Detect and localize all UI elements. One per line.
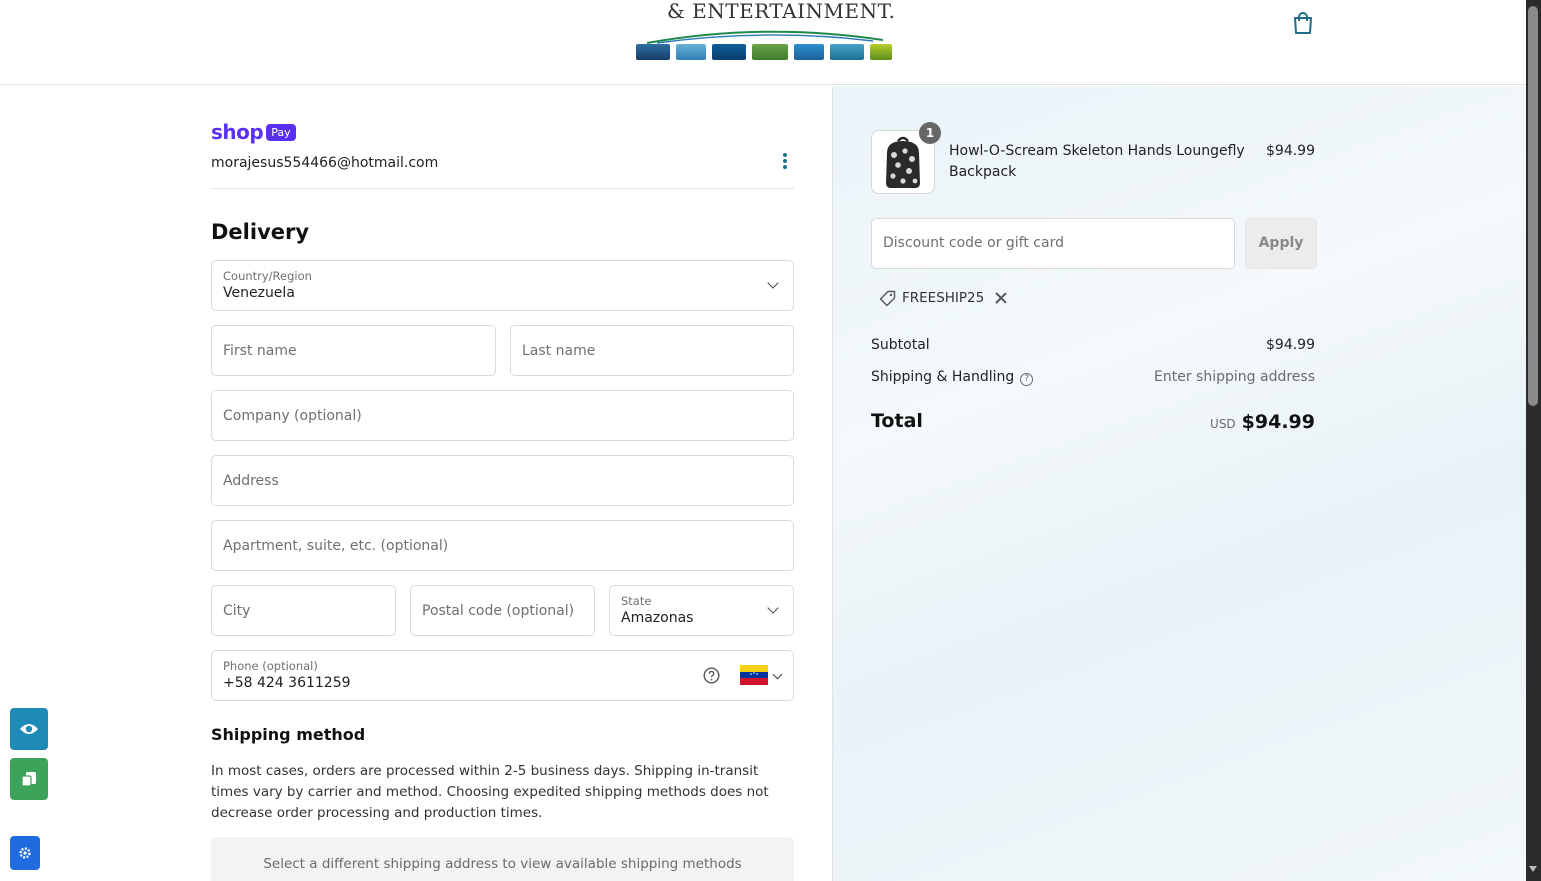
park-logo — [752, 44, 788, 60]
gear-icon — [19, 847, 31, 859]
chevron-down-icon — [767, 277, 779, 289]
quantity-badge: 1 — [919, 122, 941, 144]
shipping-handling-label: Shipping & Handling — [871, 369, 1015, 385]
country-label: Country/Region — [223, 269, 312, 283]
country-select[interactable]: Country/Region Venezuela — [211, 260, 794, 311]
first-name-input[interactable]: First name — [211, 325, 496, 376]
help-circle-icon[interactable] — [703, 667, 720, 684]
shop-wordmark: shop — [211, 120, 264, 144]
total-label: Total — [871, 410, 923, 432]
phone-input[interactable]: Phone (optional) +58 424 3611259 — [211, 650, 794, 701]
settings-widget-button[interactable] — [10, 836, 40, 870]
account-email: morajesus554466@hotmail.com — [211, 155, 439, 171]
park-logo — [794, 44, 824, 60]
company-placeholder: Company (optional) — [223, 407, 362, 424]
help-circle-icon[interactable]: ? — [1020, 373, 1034, 386]
eye-icon — [20, 724, 38, 734]
delivery-heading: Delivery — [211, 220, 310, 244]
copy-widget-button[interactable] — [10, 758, 48, 800]
scrollbar-thumb[interactable] — [1528, 6, 1538, 406]
city-input[interactable]: City — [211, 585, 396, 636]
total-currency: USD — [1210, 417, 1236, 431]
shopping-bag-icon[interactable] — [1292, 11, 1314, 35]
phone-label: Phone (optional) — [223, 659, 318, 673]
park-logos — [636, 44, 892, 60]
address-input[interactable]: Address — [211, 455, 794, 506]
divider — [211, 188, 794, 189]
shipping-handling-value: Enter shipping address — [1154, 369, 1315, 385]
park-logo — [676, 44, 706, 60]
shipping-description: In most cases, orders are processed with… — [211, 763, 769, 821]
discount-code-input[interactable]: Discount code or gift card — [871, 218, 1235, 269]
pay-badge: Pay — [266, 123, 296, 141]
park-logo — [712, 44, 746, 60]
state-value: Amazonas — [621, 610, 694, 626]
total-row: USD $94.99 — [1115, 411, 1315, 433]
subtotal-value: $94.99 — [1266, 337, 1315, 353]
tag-icon — [879, 290, 896, 306]
apartment-input[interactable]: Apartment, suite, etc. (optional) — [211, 520, 794, 571]
apply-label: Apply — [1258, 235, 1304, 251]
remove-discount-icon[interactable] — [994, 291, 1008, 305]
last-name-input[interactable]: Last name — [510, 325, 794, 376]
country-value: Venezuela — [223, 285, 295, 301]
eye-widget-button[interactable] — [10, 708, 48, 750]
kebab-menu-icon[interactable] — [782, 153, 788, 171]
state-select[interactable]: State Amazonas — [609, 585, 794, 636]
shipping-method-heading: Shipping method — [211, 725, 366, 744]
shipping-handling-row: Shipping & Handling? — [871, 369, 1034, 386]
order-summary-panel — [832, 86, 1526, 881]
phone-value: +58 424 3611259 — [223, 675, 351, 691]
discount-code: FREESHIP25 — [902, 290, 985, 306]
chevron-down-icon[interactable] — [772, 669, 783, 680]
apartment-placeholder: Apartment, suite, etc. (optional) — [223, 537, 449, 554]
site-header: & ENTERTAINMENT. — [0, 0, 1526, 85]
apply-discount-button[interactable]: Apply — [1245, 218, 1317, 269]
last-name-placeholder: Last name — [522, 342, 596, 359]
brand-logo-text: & ENTERTAINMENT. — [667, 0, 896, 23]
venezuela-flag-icon[interactable] — [740, 665, 768, 685]
chevron-down-icon — [767, 602, 779, 614]
shipping-notice: Select a different shipping address to v… — [263, 856, 742, 872]
park-logo — [636, 44, 670, 60]
address-placeholder: Address — [223, 472, 279, 489]
state-label: State — [621, 594, 652, 608]
product-price: $94.99 — [1266, 143, 1315, 159]
shop-pay-logo: shop Pay — [211, 120, 296, 144]
copy-icon — [21, 772, 36, 787]
shipping-notice-box: Select a different shipping address to v… — [211, 837, 794, 881]
total-value: $94.99 — [1241, 411, 1315, 433]
park-logo — [830, 44, 864, 60]
scroll-down-arrow-icon[interactable] — [1529, 866, 1537, 872]
city-placeholder: City — [223, 602, 251, 619]
park-logo — [870, 44, 892, 60]
postal-code-input[interactable]: Postal code (optional) — [410, 585, 595, 636]
postal-code-placeholder: Postal code (optional) — [422, 602, 575, 619]
company-input[interactable]: Company (optional) — [211, 390, 794, 441]
subtotal-label: Subtotal — [871, 337, 930, 353]
discount-placeholder: Discount code or gift card — [883, 235, 1064, 251]
first-name-placeholder: First name — [223, 342, 297, 359]
applied-discount-chip: FREESHIP25 — [872, 284, 1015, 312]
brand-logo-arc — [646, 30, 884, 44]
